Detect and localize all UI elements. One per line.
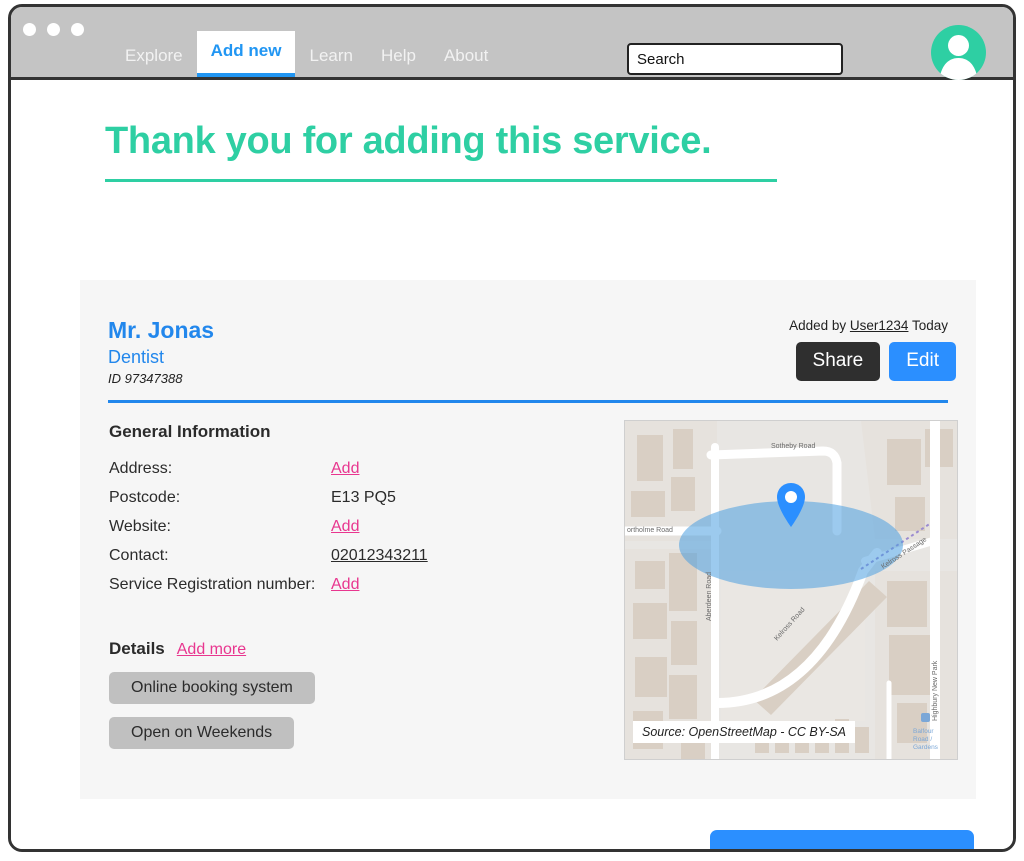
close-window-button[interactable] [23,23,36,36]
add-website-link[interactable]: Add [331,518,359,536]
service-card: Mr. Jonas Dentist ID 97347388 Added by U… [80,280,976,799]
info-row-postcode: Postcode: E13 PQ5 [109,489,579,507]
map-street-label: Highbury New Park [932,660,939,721]
browser-chrome-bar: Explore Add new Learn Help About [11,7,1013,80]
location-map[interactable]: Sotheby Road ortholme Road Aberdeen Road… [624,420,958,760]
svg-text:Gardens: Gardens [913,744,939,751]
nav-item-learn[interactable]: Learn [295,35,366,77]
share-button[interactable]: Share [795,342,881,381]
info-row-website: Website: Add [109,518,579,536]
window-traffic-lights [23,23,84,36]
nav-item-explore[interactable]: Explore [111,35,197,77]
info-label-address: Address: [109,460,173,477]
general-information-title: General Information [109,422,271,441]
page-headline-block: Thank you for adding this service. [105,120,785,182]
page-content: Thank you for adding this service. Mr. J… [11,80,1013,849]
svg-text:Road /: Road / [913,736,932,743]
headline-divider [105,179,777,182]
added-by-meta: Added by User1234 Today [789,318,948,333]
info-row-service-registration: Service Registration number: Add [109,576,579,594]
info-label-postcode: Postcode: [109,489,181,506]
add-service-registration-link[interactable]: Add [331,576,359,594]
edit-button[interactable]: Edit [889,342,956,381]
browser-window: Explore Add new Learn Help About Thank y… [8,4,1016,852]
nav-item-about[interactable]: About [430,35,502,77]
detail-tag-row: Open on Weekends [109,704,579,749]
details-header: Details Add more [109,639,579,659]
added-by-prefix: Added by [789,318,847,333]
detail-tag[interactable]: Online booking system [109,672,315,704]
info-value-contact[interactable]: 02012343211 [331,547,428,565]
search-input[interactable] [627,43,843,75]
map-street-label: Sotheby Road [771,443,815,450]
map-attribution: Source: OpenStreetMap - CC BY-SA [633,721,856,743]
main-navigation: Explore Add new Learn Help About [111,29,502,77]
user-avatar-icon [939,35,978,80]
map-canvas: Sotheby Road ortholme Road Aberdeen Road… [625,421,957,759]
added-by-user-link[interactable]: User1234 [850,318,909,333]
general-information-section: General Information Address: Add Postcod… [109,422,579,749]
page-title: Thank you for adding this service. [105,120,712,162]
nav-item-add-new[interactable]: Add new [196,31,296,77]
map-street-label: ortholme Road [627,527,673,534]
avatar[interactable] [931,25,986,80]
info-row-contact: Contact: 02012343211 [109,547,579,565]
add-address-link[interactable]: Add [331,460,359,478]
nav-item-help[interactable]: Help [367,35,430,77]
add-another-service-button[interactable]: Add another service [710,830,974,849]
info-value-postcode: E13 PQ5 [331,489,396,506]
detail-tag[interactable]: Open on Weekends [109,717,295,749]
service-card-divider [108,400,948,403]
detail-tag-row: Online booking system [109,659,579,704]
added-by-time: Today [911,318,948,333]
svg-text:Balfour: Balfour [913,728,934,735]
details-title: Details [109,639,165,658]
minimize-window-button[interactable] [47,23,60,36]
info-row-address: Address: Add [109,460,579,478]
info-label-service-registration: Service Registration number: [109,576,316,593]
maximize-window-button[interactable] [71,23,84,36]
map-street-label: Aberdeen Road [706,572,713,621]
info-label-contact: Contact: [109,547,169,564]
info-label-website: Website: [109,518,171,535]
service-card-actions: Share Edit [795,342,956,381]
add-more-details-link[interactable]: Add more [177,641,246,659]
